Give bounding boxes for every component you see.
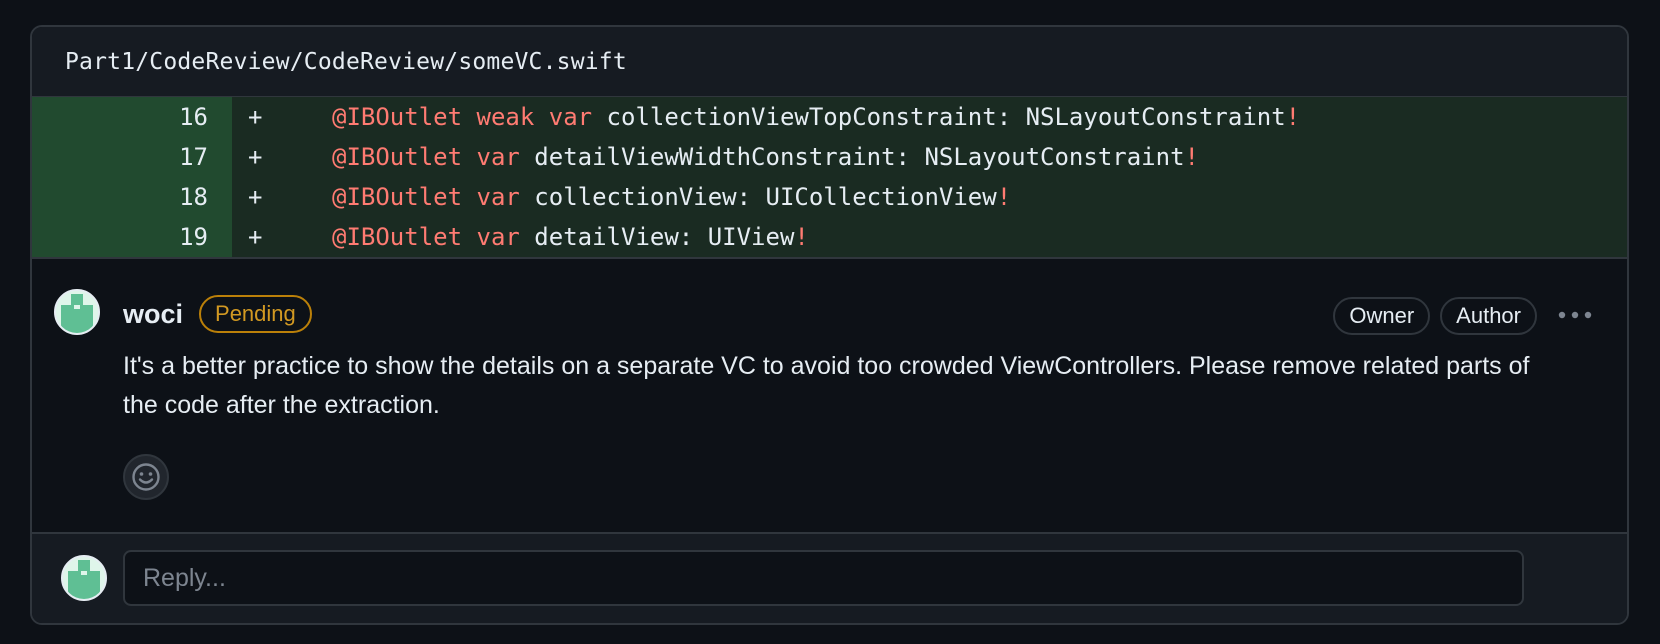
line-number[interactable]: 17 [32,137,232,177]
line-code: @IBOutlet weak var collectionViewTopCons… [282,103,1627,131]
comment-header: woci Pending [123,295,312,333]
author-avatar[interactable] [54,289,100,335]
pending-badge: Pending [199,295,312,333]
diff-line: 19 + @IBOutlet var detailView: UIView! [32,217,1627,257]
reply-field[interactable] [123,550,1524,606]
code-token: var [476,183,520,211]
added-line-marker: + [248,143,263,171]
added-line-marker: + [248,183,263,211]
diff-line: 16 + @IBOutlet weak var collectionViewTopC… [32,97,1627,137]
code-token: detailView: UIView [519,223,795,251]
line-number[interactable]: 16 [32,97,232,137]
kebab-horizontal-icon [1558,311,1592,319]
code-token: ! [996,183,1012,211]
code-token: var [476,143,520,171]
file-path[interactable]: Part1/CodeReview/CodeReview/someVC.swift [65,49,627,75]
code-token: weak [476,103,535,131]
added-line-marker: + [248,223,263,251]
line-code: @IBOutlet var detailView: UIView! [282,223,1627,251]
code-token: ! [794,223,809,251]
code-token: var [548,103,593,131]
file-path-header: Part1/CodeReview/CodeReview/someVC.swift [32,27,1627,97]
smiley-icon [132,463,160,491]
code-token: var [476,223,520,251]
comment-body: It's a better practice to show the detai… [123,352,1530,419]
code-token: collectionViewTopConstraint: NSLayoutCon… [592,103,1286,131]
code-token: @IBOutlet [332,143,463,171]
added-line-marker: + [248,103,263,131]
comment: woci Pending Owner Author It's a better … [32,259,1627,534]
diff-line: 18 + @IBOutlet var collectionView: UIColle… [32,177,1627,217]
line-code: @IBOutlet var collectionView: UICollecti… [282,183,1627,211]
current-user-avatar[interactable] [61,555,107,601]
identicon-avatar [63,557,105,599]
reply-input[interactable] [141,562,1522,594]
diff-code-block: 16 + @IBOutlet weak var collectionViewTopC… [32,97,1627,259]
diff-line: 17 + @IBOutlet var detailViewWidthConstrai… [32,137,1627,177]
code-token: @IBOutlet [332,223,463,251]
code-token: collectionView: UICollectionView [519,183,997,211]
owner-badge: Owner [1333,297,1431,335]
line-number[interactable]: 18 [32,177,232,217]
code-token: @IBOutlet [332,183,463,211]
author-name[interactable]: woci [123,299,183,330]
code-token: detailViewWidthConstraint: NSLayoutConst… [519,143,1185,171]
review-comment-card: Part1/CodeReview/CodeReview/someVC.swift… [30,25,1629,625]
line-number[interactable]: 19 [32,217,232,257]
author-badge: Author [1440,297,1537,335]
code-token: @IBOutlet [332,103,463,131]
identicon-avatar [56,291,98,333]
more-options-button[interactable] [1555,301,1595,329]
line-code: @IBOutlet var detailViewWidthConstraint:… [282,143,1627,171]
role-badges: Owner Author [1333,297,1537,335]
code-token: ! [1285,103,1301,131]
add-reaction-button[interactable] [123,454,169,500]
reply-row [32,534,1627,623]
code-token: ! [1184,143,1199,171]
